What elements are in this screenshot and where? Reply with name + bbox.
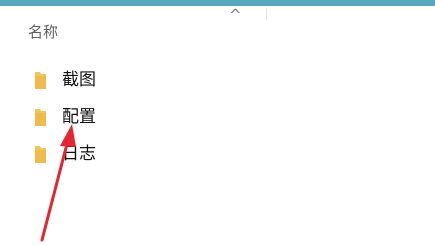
red-annotation-arrow-icon: [40, 124, 76, 242]
